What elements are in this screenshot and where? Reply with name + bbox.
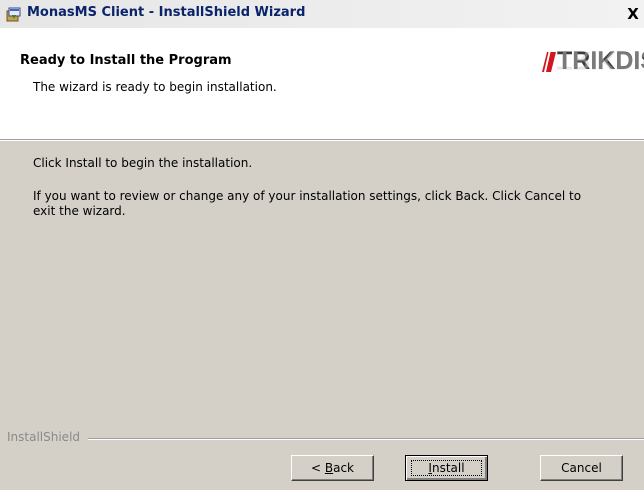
review-text-line1: If you want to review or change any of y… [33, 189, 582, 203]
logo-mark-icon [542, 50, 556, 72]
back-button[interactable]: < Back [291, 455, 374, 481]
review-text-line2: exit the wizard. [33, 204, 126, 218]
header-divider [0, 140, 644, 141]
instruction-text: Click Install to begin the installation. [33, 156, 253, 170]
installshield-branding: InstallShield [7, 430, 84, 444]
back-label-rest: ack [333, 461, 354, 475]
page-subtitle: The wizard is ready to begin installatio… [33, 80, 277, 94]
page-title: Ready to Install the Program [20, 53, 232, 68]
install-button[interactable]: Install [405, 455, 488, 481]
window-title: MonasMS Client - InstallShield Wizard [27, 5, 306, 20]
focus-ring [411, 460, 482, 476]
trikdis-logo: TRIKDIS TRIKDIS [540, 47, 644, 107]
wizard-header: Ready to Install the Program The wizard … [0, 28, 644, 140]
close-icon[interactable]: X [624, 4, 642, 24]
title-bar[interactable]: MonasMS Client - InstallShield Wizard X [0, 0, 644, 29]
cancel-button[interactable]: Cancel [540, 455, 623, 481]
back-label-accel: B [324, 461, 334, 475]
footer-divider [88, 438, 644, 440]
back-label-prefix: < [310, 461, 325, 475]
installer-icon [6, 6, 22, 22]
logo-reflection: TRIKDIS [557, 47, 644, 74]
